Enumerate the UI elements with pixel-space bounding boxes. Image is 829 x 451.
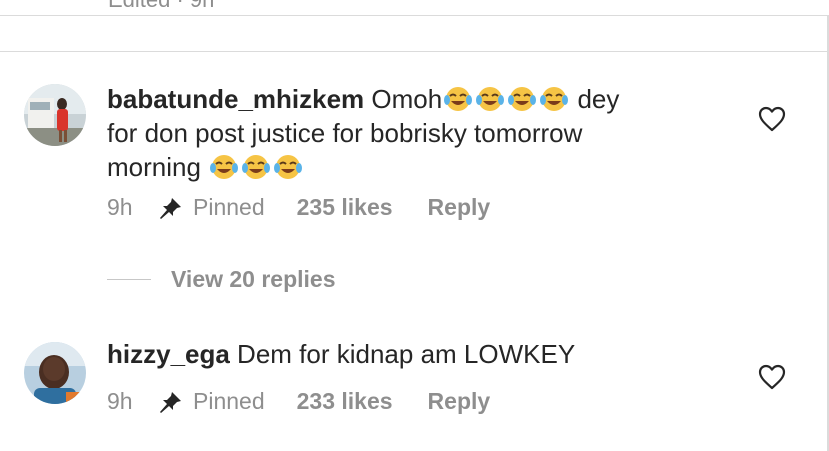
face-with-tears-of-joy-icon [507,85,537,113]
previous-comment-partial: Edited · 9h [0,0,829,16]
comment-text-part: morning [107,152,201,182]
comment-body: babatunde_mhizkem Omoh dey for don post … [107,82,707,184]
avatar[interactable] [24,84,86,146]
view-replies-button[interactable]: View 20 replies [107,266,336,293]
like-heart-icon[interactable] [758,106,786,132]
replies-divider-line [107,279,151,280]
face-with-tears-of-joy-icon [241,153,271,181]
comment-meta: 9h Pinned 235 likes Reply [107,194,490,221]
comment-text-part: Dem for kidnap am LOWKEY [229,339,576,369]
comment-text-part: dey [570,84,620,114]
comment-username[interactable]: hizzy_ega [107,339,230,369]
comment-text-part: Omoh [371,84,443,114]
face-with-tears-of-joy-icon [475,85,505,113]
face-with-tears-of-joy-icon [539,85,569,113]
pinned-label: Pinned [193,388,265,414]
avatar[interactable] [24,342,86,404]
comment-username[interactable]: babatunde_mhizkem [107,84,364,114]
comments-panel: Edited · 9h babatunde_mhizkem Omoh dey f… [0,0,829,451]
face-with-tears-of-joy-icon [209,153,239,181]
likes-count[interactable]: 235 likes [297,194,393,221]
divider [0,51,829,52]
reply-button[interactable]: Reply [428,388,491,415]
partial-meta-text: Edited · 9h [108,0,214,13]
pin-icon [157,390,183,414]
pin-icon [157,196,183,220]
comment-time: 9h [107,194,133,220]
like-heart-icon[interactable] [758,364,786,390]
view-replies-label[interactable]: View 20 replies [171,266,336,293]
comment-meta: 9h Pinned 233 likes Reply [107,388,490,415]
comment-time: 9h [107,388,133,414]
comment-text-part: for don post justice for bobrisky tomorr… [107,118,583,148]
pinned-label: Pinned [193,194,265,220]
comment-body: hizzy_ega Dem for kidnap am LOWKEY [107,337,707,371]
face-with-tears-of-joy-icon [273,153,303,181]
likes-count[interactable]: 233 likes [297,388,393,415]
face-with-tears-of-joy-icon [443,85,473,113]
reply-button[interactable]: Reply [428,194,491,221]
